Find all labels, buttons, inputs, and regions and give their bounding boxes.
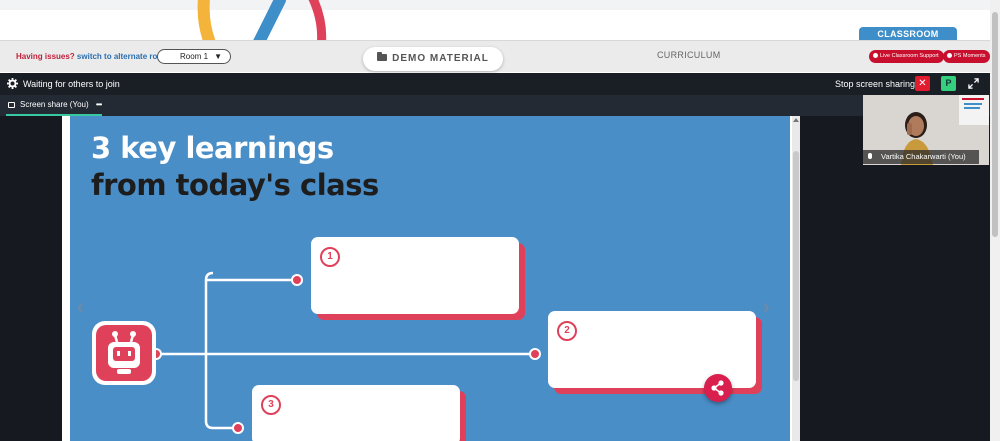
stop-sharing-close-button[interactable]: ✕ xyxy=(915,76,930,91)
card-number-2: 2 xyxy=(557,321,577,341)
room-select-value: Room 1 xyxy=(180,52,209,61)
next-slide-arrow[interactable]: › xyxy=(763,296,770,319)
stop-screen-sharing-label[interactable]: Stop screen sharing xyxy=(835,79,915,89)
classroom-tab[interactable]: CLASSROOM xyxy=(859,27,957,40)
screen-icon xyxy=(8,102,15,108)
gear-icon[interactable] xyxy=(7,78,18,89)
issues-text: Having issues? xyxy=(16,52,75,61)
meeting-toolbar: Waiting for others to join Stop screen s… xyxy=(0,73,990,95)
room-select[interactable]: Room 1 ▼ xyxy=(157,49,231,64)
slide-scrollbar-thumb[interactable] xyxy=(793,151,799,381)
participant-avatar-button[interactable]: P xyxy=(941,76,956,91)
slide-title-line2: from today's class xyxy=(91,168,379,202)
support-icon xyxy=(873,53,878,58)
fullscreen-icon[interactable] xyxy=(968,78,979,89)
top-header: CLASSROOM xyxy=(0,0,990,40)
classroom-navbar: Having issues? switch to alternate room … xyxy=(0,40,991,72)
learning-card-1: 1 xyxy=(311,237,519,314)
brand-logo-icon xyxy=(197,0,327,40)
top-border xyxy=(0,0,990,10)
robot-icon xyxy=(92,321,156,385)
demo-material-button[interactable]: DEMO MATERIAL xyxy=(363,47,503,71)
waiting-status: Waiting for others to join xyxy=(23,79,120,89)
participant-video-tile[interactable]: Vartika Chakarwarti (You) xyxy=(863,95,989,165)
ps-moments-label: PS Moments xyxy=(954,53,986,59)
page-scrollbar[interactable] xyxy=(990,0,1000,441)
ps-moments-button[interactable]: PS Moments xyxy=(943,50,991,63)
previous-slide-arrow[interactable]: ‹ xyxy=(77,296,84,319)
scroll-up-arrow-icon[interactable] xyxy=(793,118,799,122)
learning-card-3: 3 xyxy=(252,385,460,441)
more-options-icon[interactable]: ••• xyxy=(96,100,102,109)
share-icon xyxy=(711,380,724,396)
participant-name-label: Vartika Chakarwarti (You) xyxy=(863,150,979,164)
card-number-1: 1 xyxy=(320,247,340,267)
slide-title: 3 key learnings from today's class xyxy=(91,130,379,204)
microphone-icon[interactable] xyxy=(868,153,872,159)
folder-icon xyxy=(377,52,388,61)
issues-notice: Having issues? switch to alternate room xyxy=(16,52,169,61)
live-support-label: Live Classroom Support xyxy=(880,53,939,59)
curriculum-tab[interactable]: CURRICULUM xyxy=(657,50,721,60)
share-tabbar: Screen share (You) ••• xyxy=(0,95,990,116)
page-scrollbar-thumb[interactable] xyxy=(992,12,998,237)
share-button[interactable] xyxy=(704,374,732,402)
participant-name: Vartika Chakarwarti (You) xyxy=(881,152,966,161)
card-number-3: 3 xyxy=(261,395,281,415)
tab-screen-share-label: Screen share (You) xyxy=(20,100,89,109)
app-root: CLASSROOM Having issues? switch to alter… xyxy=(0,0,1000,441)
live-classroom-support-button[interactable]: Live Classroom Support xyxy=(869,50,944,63)
caret-down-icon: ▼ xyxy=(214,52,222,61)
demo-material-label: DEMO MATERIAL xyxy=(392,53,489,64)
slide-scrollbar[interactable] xyxy=(792,116,800,441)
tab-screen-share[interactable]: Screen share (You) ••• xyxy=(6,95,102,116)
alternate-room-link[interactable]: switch to alternate room xyxy=(77,52,169,61)
slide-title-line1: 3 key learnings xyxy=(91,131,334,165)
moments-icon xyxy=(947,53,952,58)
